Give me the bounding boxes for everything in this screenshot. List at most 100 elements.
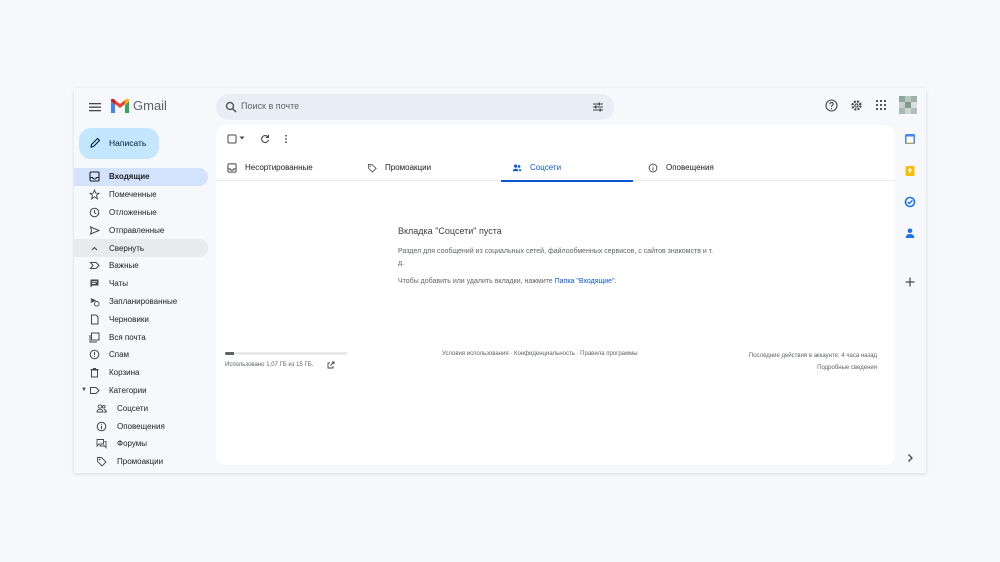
send-icon <box>88 224 100 236</box>
sidebar-item-label: Отправленные <box>109 225 165 235</box>
tab-social[interactable]: Соцсети <box>501 155 633 182</box>
inbox-settings-link[interactable]: Папка "Входящие" <box>555 278 615 285</box>
gmail-logo-text: Gmail <box>133 98 167 113</box>
terms-link[interactable]: Условия использования <box>442 351 509 357</box>
sidebar-item-all-mail[interactable]: Вся почта <box>74 328 208 346</box>
hint-suffix: . <box>614 278 617 285</box>
search-icon[interactable] <box>224 100 238 114</box>
compose-button[interactable]: Написать <box>79 128 159 159</box>
sidebar-item-label: Вся почта <box>109 332 146 342</box>
people-icon <box>511 162 522 173</box>
sidebar-item-spam[interactable]: Спам <box>74 346 208 364</box>
calendar-icon[interactable] <box>903 132 917 146</box>
pencil-icon <box>89 137 101 149</box>
sidebar-nav: Входящие Помеченные Отложенные Отправлен… <box>74 168 208 471</box>
sidebar-item-label: Свернуть <box>109 243 145 253</box>
apps-grid-icon[interactable] <box>874 98 888 112</box>
people-icon <box>95 402 107 414</box>
sidebar-item-label: Черновики <box>109 314 149 324</box>
info-icon <box>647 162 658 173</box>
sidebar-item-label: Входящие <box>109 172 150 182</box>
sidebar-item-label: Корзина <box>109 368 140 378</box>
scheduled-icon <box>88 295 100 307</box>
chevron-right-icon[interactable] <box>903 451 917 465</box>
sidebar-item-collapse[interactable]: Свернуть <box>74 239 208 257</box>
account-activity: Последние действия в аккаунте: 4 часа на… <box>749 351 877 374</box>
last-activity-text: Последние действия в аккаунте: 4 часа на… <box>748 353 877 359</box>
label-icon <box>88 384 100 396</box>
avatar[interactable] <box>899 96 917 114</box>
sidebar-item-label: Важные <box>109 261 139 271</box>
gmail-window: Gmail Поиск в почте Написать Входящие По… <box>74 88 926 473</box>
sidebar-item-forums[interactable]: Форумы <box>74 435 208 453</box>
sidebar-item-sent[interactable]: Отправленные <box>74 221 208 239</box>
footer-links: Условия использования · Конфиденциальнос… <box>442 351 638 357</box>
sidebar-item-label: Чаты <box>109 279 129 289</box>
sidebar-item-important[interactable]: Важные <box>74 257 208 275</box>
sidebar-item-social[interactable]: Соцсети <box>74 399 208 417</box>
sidebar-item-snoozed[interactable]: Отложенные <box>74 204 208 222</box>
tab-label: Оповещения <box>666 163 714 172</box>
inbox-icon <box>226 162 237 173</box>
sidebar-item-label: Оповещения <box>117 421 165 431</box>
inbox-icon <box>88 171 100 183</box>
activity-details-link[interactable]: Подробные сведения <box>749 363 877 375</box>
chevron-up-icon <box>88 242 100 254</box>
sidebar-item-label: Промоакции <box>117 457 164 467</box>
sidebar-item-label: Спам <box>109 350 130 360</box>
help-icon[interactable] <box>824 98 838 112</box>
search-options-icon[interactable] <box>591 100 605 114</box>
sidebar-item-promotions[interactable]: Промоакции <box>74 453 208 471</box>
refresh-icon[interactable] <box>259 133 271 145</box>
tab-label: Несортированные <box>245 163 313 172</box>
spam-icon <box>88 349 100 361</box>
hint-prefix: Чтобы добавить или удалить вкладки, нажм… <box>398 278 555 285</box>
open-external-icon[interactable] <box>327 361 335 369</box>
add-icon[interactable] <box>903 275 917 289</box>
storage-usage-text: Использовано 1,07 ГБ из 15 ГБ. <box>225 362 314 368</box>
more-vert-icon[interactable] <box>280 133 292 145</box>
sidebar-item-chats[interactable]: Чаты <box>74 275 208 293</box>
main-menu-icon[interactable] <box>86 98 104 116</box>
tab-label: Соцсети <box>530 163 562 172</box>
main-panel: Несортированные Промоакции Соцсети Опове… <box>216 125 895 465</box>
tab-primary[interactable]: Несортированные <box>216 155 348 181</box>
tag-icon <box>95 456 107 468</box>
sidebar-item-trash[interactable]: Корзина <box>74 364 208 382</box>
sidebar-item-label: Помеченные <box>109 190 157 200</box>
contacts-icon[interactable] <box>903 226 917 240</box>
storage-progress-bar <box>225 352 347 355</box>
search-input[interactable]: Поиск в почте <box>241 101 299 111</box>
select-caret-icon[interactable] <box>239 135 245 141</box>
sidebar-item-inbox[interactable]: Входящие <box>74 168 208 186</box>
tab-updates[interactable]: Оповещения <box>637 155 769 181</box>
sidebar-item-label: Форумы <box>117 439 148 449</box>
tab-label: Промоакции <box>385 163 432 172</box>
clock-icon <box>88 206 100 218</box>
important-icon <box>88 260 100 272</box>
compose-label: Написать <box>109 138 147 148</box>
sidebar-item-label: Соцсети <box>117 403 149 413</box>
tag-icon <box>366 162 377 173</box>
sidebar-item-drafts[interactable]: Черновики <box>74 310 208 328</box>
tasks-icon[interactable] <box>903 195 917 209</box>
keep-icon[interactable] <box>903 164 917 178</box>
gmail-logo-icon[interactable] <box>110 98 130 114</box>
trash-icon <box>88 367 100 379</box>
sidebar-item-updates[interactable]: Оповещения <box>74 417 208 435</box>
category-tabs: Несортированные Промоакции Соцсети Опове… <box>216 155 895 182</box>
tab-promotions[interactable]: Промоакции <box>356 155 488 181</box>
empty-state-title: Вкладка "Соцсети" пуста <box>398 226 502 236</box>
program-policies-link[interactable]: Правила программы <box>580 351 637 357</box>
sidebar-item-scheduled[interactable]: Запланированные <box>74 293 208 311</box>
select-checkbox-icon[interactable] <box>226 133 238 145</box>
sidebar-item-categories[interactable]: ▼ Категории <box>74 382 208 400</box>
privacy-link[interactable]: Конфиденциальность <box>514 351 575 357</box>
search-bar[interactable]: Поиск в почте <box>216 94 614 120</box>
empty-state-hint: Чтобы добавить или удалить вкладки, нажм… <box>398 278 617 285</box>
sidebar-item-starred[interactable]: Помеченные <box>74 186 208 204</box>
caret-down-icon[interactable]: ▼ <box>81 387 87 393</box>
sidebar-item-label: Отложенные <box>109 207 157 217</box>
gear-icon[interactable] <box>849 98 863 112</box>
chat-icon <box>88 278 100 290</box>
